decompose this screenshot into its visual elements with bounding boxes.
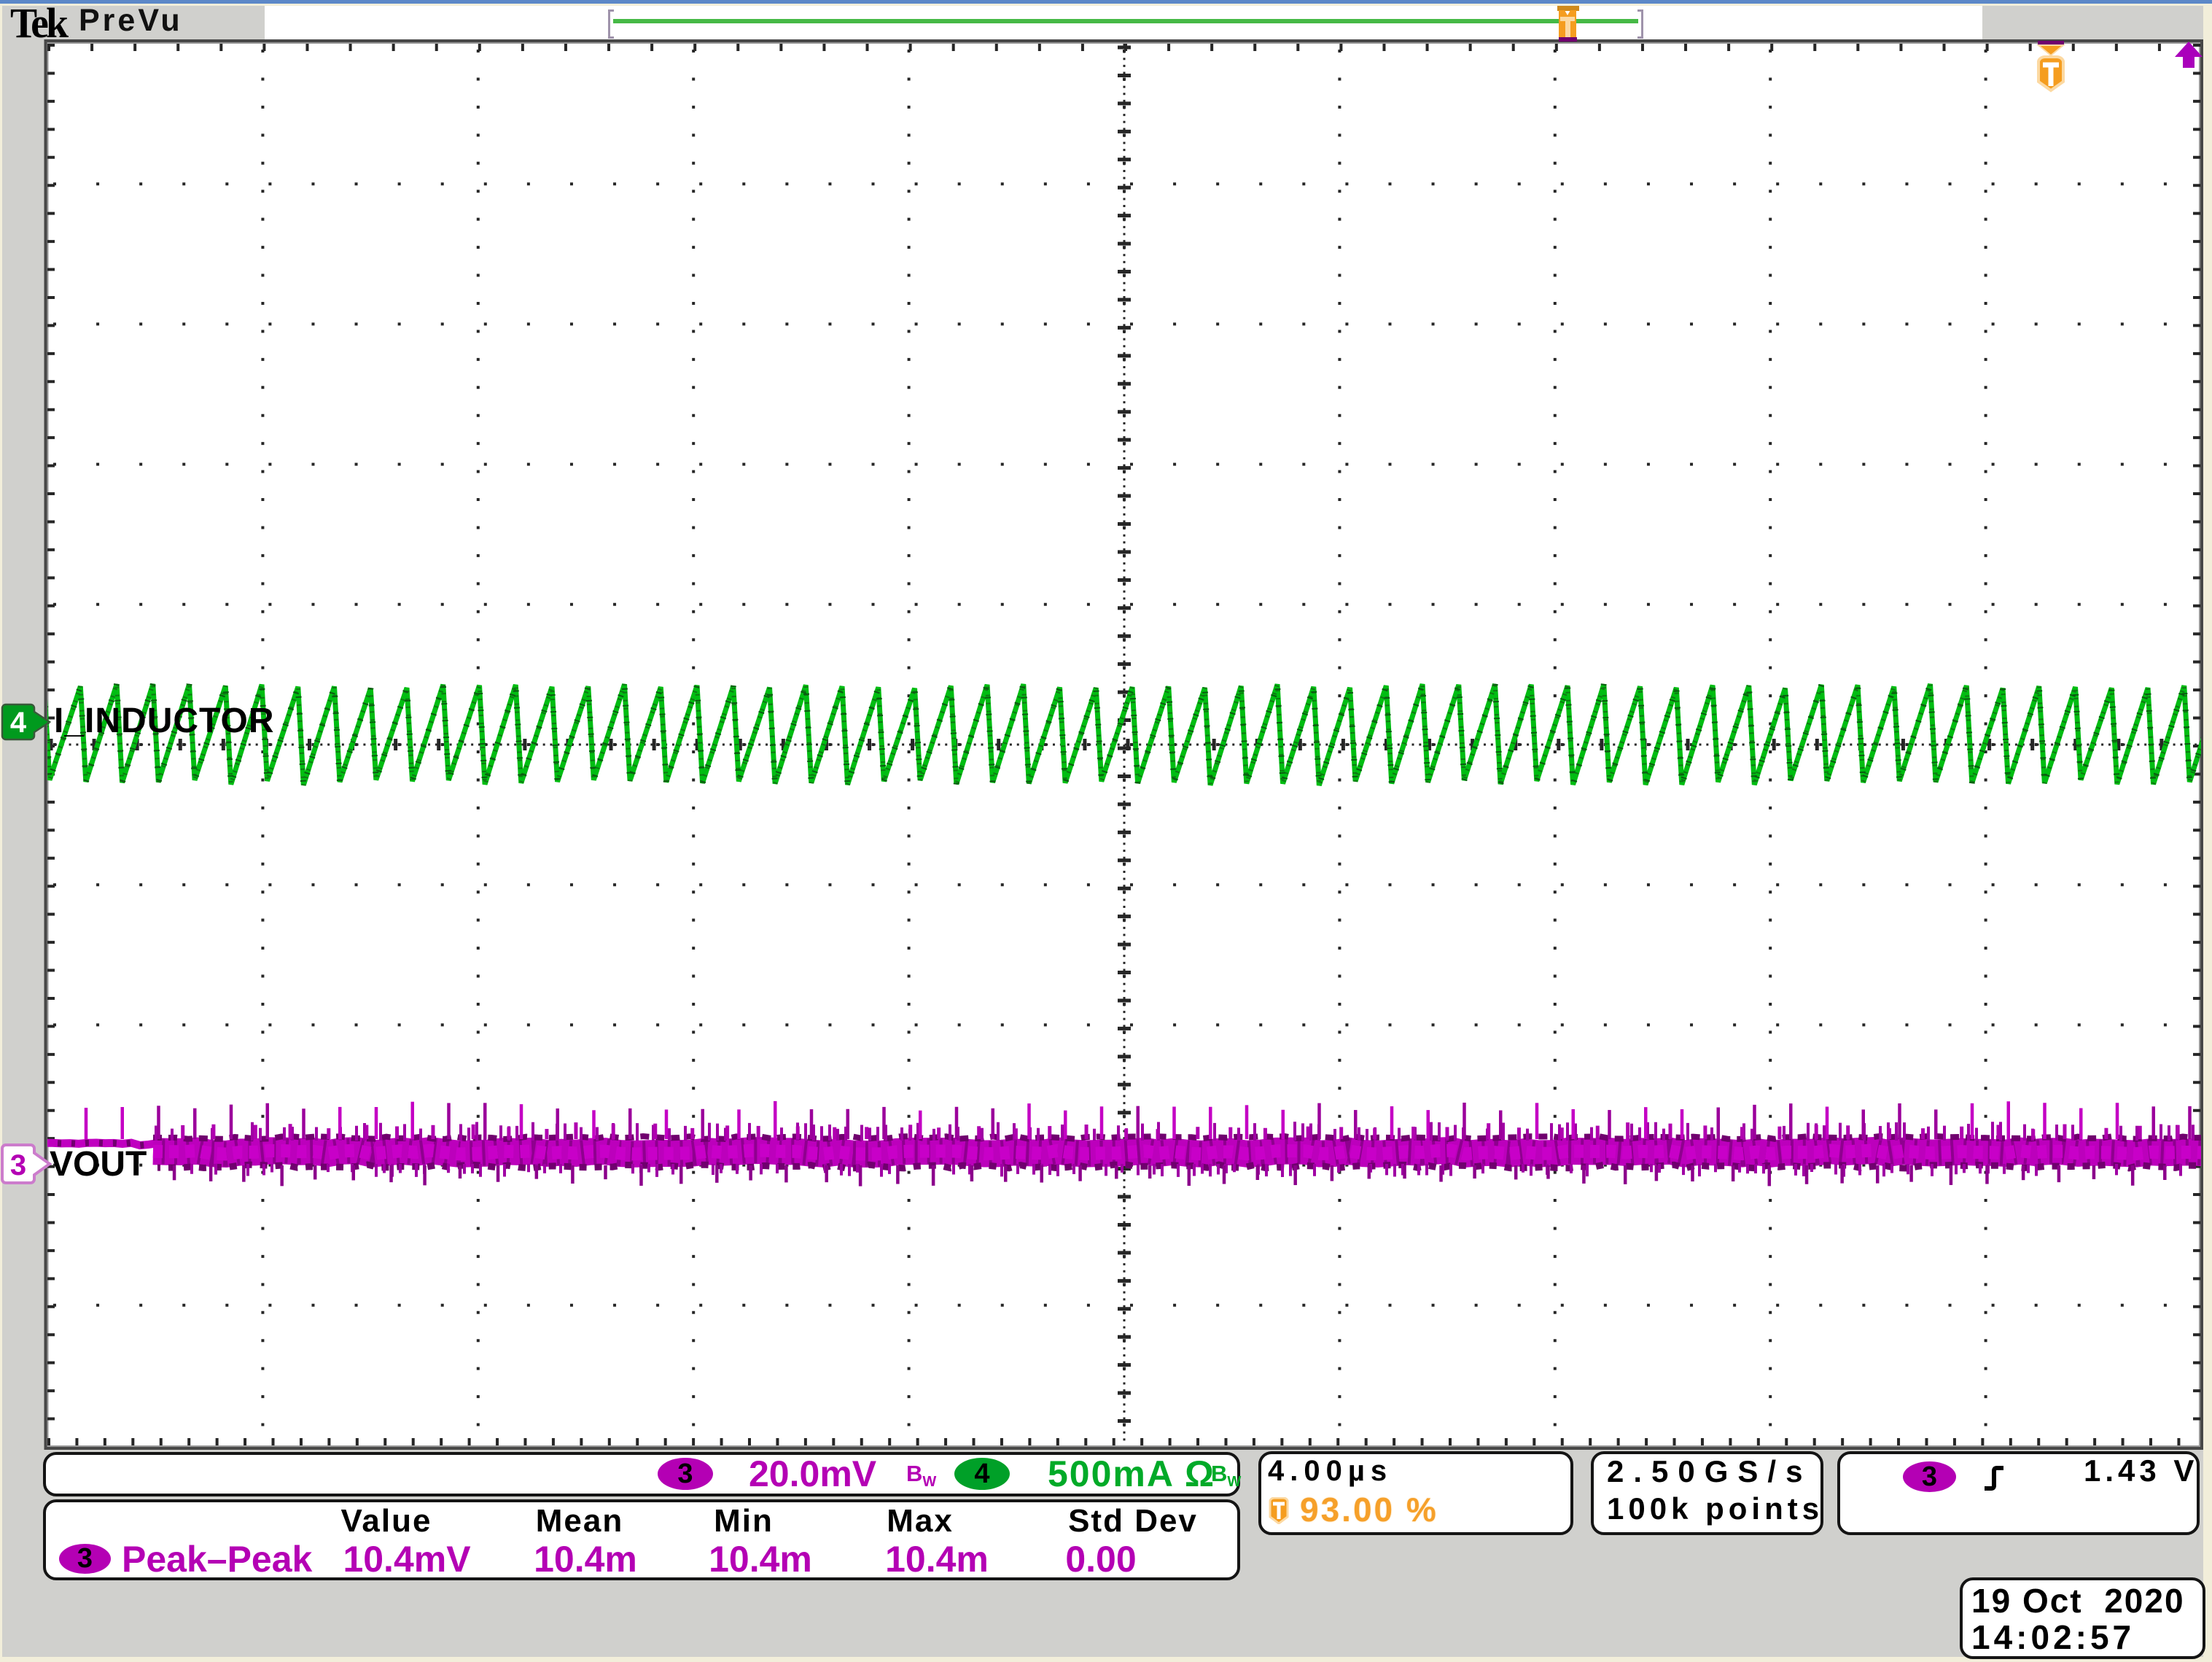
svg-text:VOUT: VOUT — [50, 1145, 147, 1184]
svg-text:3: 3 — [10, 1149, 26, 1181]
svg-text:4: 4 — [10, 707, 27, 739]
svg-text:I_INDUCTOR: I_INDUCTOR — [54, 702, 274, 740]
